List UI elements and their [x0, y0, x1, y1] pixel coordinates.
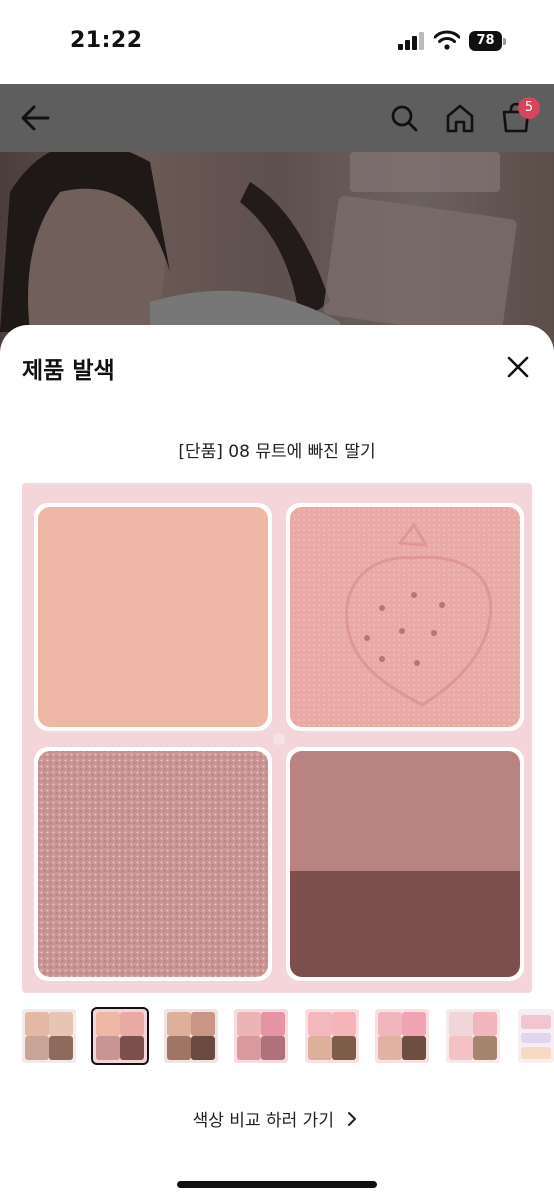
thumbnail-pan	[473, 1036, 498, 1061]
shade-thumbnails	[0, 1005, 554, 1067]
shade-thumbnail-partial[interactable]	[518, 1009, 554, 1063]
thumbnail-pan	[166, 1036, 191, 1061]
back-arrow-icon[interactable]	[16, 98, 56, 138]
thumbnail-pan	[448, 1036, 473, 1061]
product-photo-image	[0, 152, 517, 352]
thumbnail-pan	[166, 1011, 191, 1036]
thumbnail-pan	[236, 1011, 261, 1036]
thumbnail-pan	[261, 1036, 286, 1061]
thumbnail-pan	[307, 1011, 332, 1036]
status-time: 21:22	[70, 28, 143, 53]
thumbnail-pan	[24, 1036, 49, 1061]
shade-thumbnail-selected[interactable]	[91, 1007, 149, 1065]
thumbnail-pan	[332, 1011, 357, 1036]
shade-thumbnail[interactable]	[234, 1009, 288, 1063]
thumbnail-pan	[191, 1036, 216, 1061]
compare-colors-label: 색상 비교 하러 가기	[192, 1111, 334, 1131]
home-indicator	[177, 1181, 377, 1188]
thumbnail-pan	[120, 1011, 145, 1036]
product-photo	[0, 152, 554, 352]
thumbnail-pan	[236, 1036, 261, 1061]
cellular-signal-icon	[398, 32, 424, 50]
sheet-title: 제품 발색	[22, 358, 115, 384]
home-icon[interactable]	[440, 98, 480, 138]
thumbnail-pan	[402, 1011, 427, 1036]
thumbnail-pan	[95, 1011, 120, 1036]
thumbnail-pan	[473, 1011, 498, 1036]
thumbnail-pan	[261, 1011, 286, 1036]
palette-image	[22, 483, 532, 993]
wifi-icon	[434, 30, 460, 50]
shade-thumbnail[interactable]	[375, 1009, 429, 1063]
app-header	[0, 84, 554, 152]
close-icon[interactable]	[500, 349, 536, 385]
thumbnail-pan	[120, 1036, 145, 1061]
thumbnail-pan	[49, 1011, 74, 1036]
battery-level: 78	[476, 33, 495, 48]
cart-count-badge: 5	[518, 97, 540, 119]
battery-icon: 78	[469, 31, 506, 51]
thumbnail-pan	[95, 1036, 120, 1061]
shade-thumbnail[interactable]	[22, 1009, 76, 1063]
thumbnail-pan	[191, 1011, 216, 1036]
shade-thumbnail[interactable]	[305, 1009, 359, 1063]
shade-name: [단품] 08 뮤트에 빠진 딸기	[178, 442, 376, 462]
thumbnail-pan	[307, 1036, 332, 1061]
compare-colors-link[interactable]: 색상 비교 하러 가기	[0, 1106, 554, 1131]
chevron-right-icon	[348, 1111, 357, 1126]
shade-thumbnail[interactable]	[164, 1009, 218, 1063]
thumbnail-pan	[24, 1011, 49, 1036]
search-icon[interactable]	[384, 98, 424, 138]
thumbnail-pan	[402, 1036, 427, 1061]
product-color-sheet: 제품 발색 [단품] 08 뮤트에 빠진 딸기 색상 비교 하러 가기	[0, 325, 554, 1200]
thumbnail-pan	[49, 1036, 74, 1061]
shade-thumbnail[interactable]	[446, 1009, 500, 1063]
status-bar: 21:22 78	[0, 0, 554, 84]
thumbnail-pan	[377, 1036, 402, 1061]
thumbnail-pan	[377, 1011, 402, 1036]
thumbnail-pan	[448, 1011, 473, 1036]
thumbnail-pan	[332, 1036, 357, 1061]
